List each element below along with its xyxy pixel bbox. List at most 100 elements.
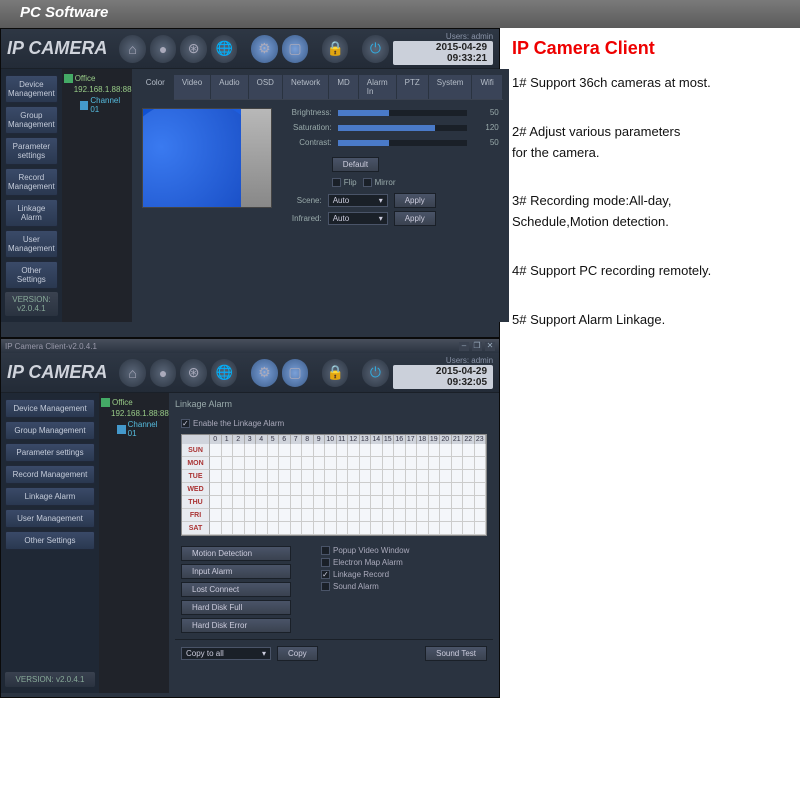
titlebar: IP Camera Client-v2.0.4.1 –❐✕ (1, 339, 499, 353)
device-tree: Office 192.168.1.88:88 Channel 01 (62, 69, 132, 322)
home-icon[interactable]: ⌂ (119, 35, 146, 63)
page-header: PC Software (0, 0, 800, 28)
sidebar-item[interactable]: Other Settings (5, 531, 95, 550)
toolbar: IP CAMERA ⌂ ● ⊛ 🌐 ⚙ ▢ 🔒 ⏻ Users: admin 2… (1, 353, 499, 393)
app-logo: IP CAMERA (7, 362, 107, 383)
home-icon[interactable]: ⌂ (119, 359, 146, 387)
user-label: Users: admin (393, 32, 493, 41)
linkage-title: Linkage Alarm (175, 399, 493, 409)
feature-item: 4# Support PC recording remotely. (512, 261, 788, 282)
default-button[interactable]: Default (332, 157, 379, 172)
close-button[interactable]: ✕ (485, 342, 495, 351)
sidebar-item[interactable]: Parameter settings (5, 443, 95, 462)
schedule-row[interactable]: MON (182, 457, 486, 470)
sidebar-item[interactable]: Linkage Alarm (5, 199, 58, 227)
sound-test-button[interactable]: Sound Test (425, 646, 487, 661)
min-button[interactable]: – (459, 342, 469, 351)
copy-to-select[interactable]: Copy to all▾ (181, 647, 271, 660)
apply-scene-button[interactable]: Apply (394, 193, 436, 208)
sidebar-item[interactable]: Device Management (5, 75, 58, 103)
sidebar-item[interactable]: Device Management (5, 399, 95, 418)
version-label: VERSION: v2.0.4.1 (5, 292, 58, 316)
user-info: Users: admin 2015-04-29 09:32:05 (393, 356, 493, 389)
gear-icon[interactable]: ⚙ (251, 35, 278, 63)
content-panel: ColorVideoAudioOSDNetworkMDAlarm InPTZSy… (132, 69, 509, 322)
schedule-row[interactable]: SAT (182, 522, 486, 535)
lock-icon[interactable]: 🔒 (322, 359, 349, 387)
camera-preview (142, 108, 272, 208)
datetime: 2015-04-29 09:32:05 (393, 365, 493, 389)
alarm-type-button[interactable]: Hard Disk Error (181, 618, 291, 633)
tab-bar: ColorVideoAudioOSDNetworkMDAlarm InPTZSy… (138, 75, 503, 100)
power-icon[interactable]: ⏻ (362, 359, 389, 387)
app-window-2: IP Camera Client-v2.0.4.1 –❐✕ IP CAMERA … (0, 338, 500, 698)
sidebar-item[interactable]: Record Management (5, 168, 58, 196)
slider-row[interactable]: Saturation:120 (282, 123, 499, 132)
feature-item: 3# Recording mode:All-day, Schedule,Moti… (512, 191, 788, 233)
alarm-option-checkbox[interactable]: Electron Map Alarm (321, 558, 409, 567)
gear-icon[interactable]: ⚙ (251, 359, 278, 387)
schedule-row[interactable]: THU (182, 496, 486, 509)
schedule-row[interactable]: WED (182, 483, 486, 496)
tree-channel[interactable]: Channel 01 (101, 419, 167, 439)
lock-icon[interactable]: 🔒 (322, 35, 349, 63)
sidebar-item[interactable]: Group Management (5, 421, 95, 440)
scene-select[interactable]: Auto▾ (328, 194, 388, 207)
mirror-checkbox[interactable]: Mirror (363, 178, 396, 187)
screen-icon[interactable]: ▢ (282, 35, 309, 63)
globe-icon[interactable]: 🌐 (211, 35, 238, 63)
globe-icon[interactable]: 🌐 (211, 359, 238, 387)
schedule-grid[interactable]: 01234567891011121314151617181920212223SU… (181, 434, 487, 536)
tree-root[interactable]: Office (64, 73, 130, 84)
sidebar-item[interactable]: Parameter settings (5, 137, 58, 165)
alarm-type-button[interactable]: Lost Connect (181, 582, 291, 597)
max-button[interactable]: ❐ (472, 342, 482, 351)
tree-device[interactable]: 192.168.1.88:88 (64, 84, 130, 95)
slider-row[interactable]: Brightness:50 (282, 108, 499, 117)
sidebar-item[interactable]: Other Settings (5, 261, 58, 289)
sidebar-item[interactable]: Group Management (5, 106, 58, 134)
tab-audio[interactable]: Audio (211, 75, 248, 99)
alarm-type-button[interactable]: Hard Disk Full (181, 600, 291, 615)
flip-checkbox[interactable]: Flip (332, 178, 357, 187)
alarm-option-checkbox[interactable]: Linkage Record (321, 570, 409, 579)
slider-row[interactable]: Contrast:50 (282, 138, 499, 147)
infrared-select[interactable]: Auto▾ (328, 212, 388, 225)
tab-system[interactable]: System (429, 75, 473, 99)
tab-md[interactable]: MD (329, 75, 358, 99)
alarm-option-checkbox[interactable]: Sound Alarm (321, 582, 409, 591)
tab-alarm in[interactable]: Alarm In (359, 75, 397, 99)
tree-root[interactable]: Office (101, 397, 167, 408)
apply-infrared-button[interactable]: Apply (394, 211, 436, 226)
tab-wifi[interactable]: Wifi (472, 75, 502, 99)
features-title: IP Camera Client (512, 38, 788, 59)
power-icon[interactable]: ⏻ (362, 35, 389, 63)
playback-icon[interactable]: ⊛ (180, 35, 207, 63)
tab-video[interactable]: Video (174, 75, 211, 99)
record-icon[interactable]: ● (150, 35, 177, 63)
enable-linkage-checkbox[interactable]: Enable the Linkage Alarm (181, 419, 487, 428)
alarm-option-checkbox[interactable]: Popup Video Window (321, 546, 409, 555)
sidebar-item[interactable]: Linkage Alarm (5, 487, 95, 506)
tab-ptz[interactable]: PTZ (397, 75, 429, 99)
alarm-type-button[interactable]: Input Alarm (181, 564, 291, 579)
sidebar: Device Management Group Management Paramet… (1, 69, 62, 322)
datetime: 2015-04-29 09:33:21 (393, 41, 493, 65)
tab-color[interactable]: Color (138, 75, 174, 100)
record-icon[interactable]: ● (150, 359, 177, 387)
feature-item: 5# Support Alarm Linkage. (512, 310, 788, 331)
tree-channel[interactable]: Channel 01 (64, 95, 130, 115)
tab-osd[interactable]: OSD (249, 75, 283, 99)
screen-icon[interactable]: ▢ (282, 359, 309, 387)
schedule-row[interactable]: SUN (182, 444, 486, 457)
alarm-type-button[interactable]: Motion Detection (181, 546, 291, 561)
copy-button[interactable]: Copy (277, 646, 318, 661)
schedule-row[interactable]: FRI (182, 509, 486, 522)
playback-icon[interactable]: ⊛ (180, 359, 207, 387)
tree-device[interactable]: 192.168.1.88:88 (101, 408, 167, 419)
sidebar-item[interactable]: User Management (5, 230, 58, 258)
sidebar-item[interactable]: User Management (5, 509, 95, 528)
tab-network[interactable]: Network (283, 75, 329, 99)
schedule-row[interactable]: TUE (182, 470, 486, 483)
sidebar-item[interactable]: Record Management (5, 465, 95, 484)
